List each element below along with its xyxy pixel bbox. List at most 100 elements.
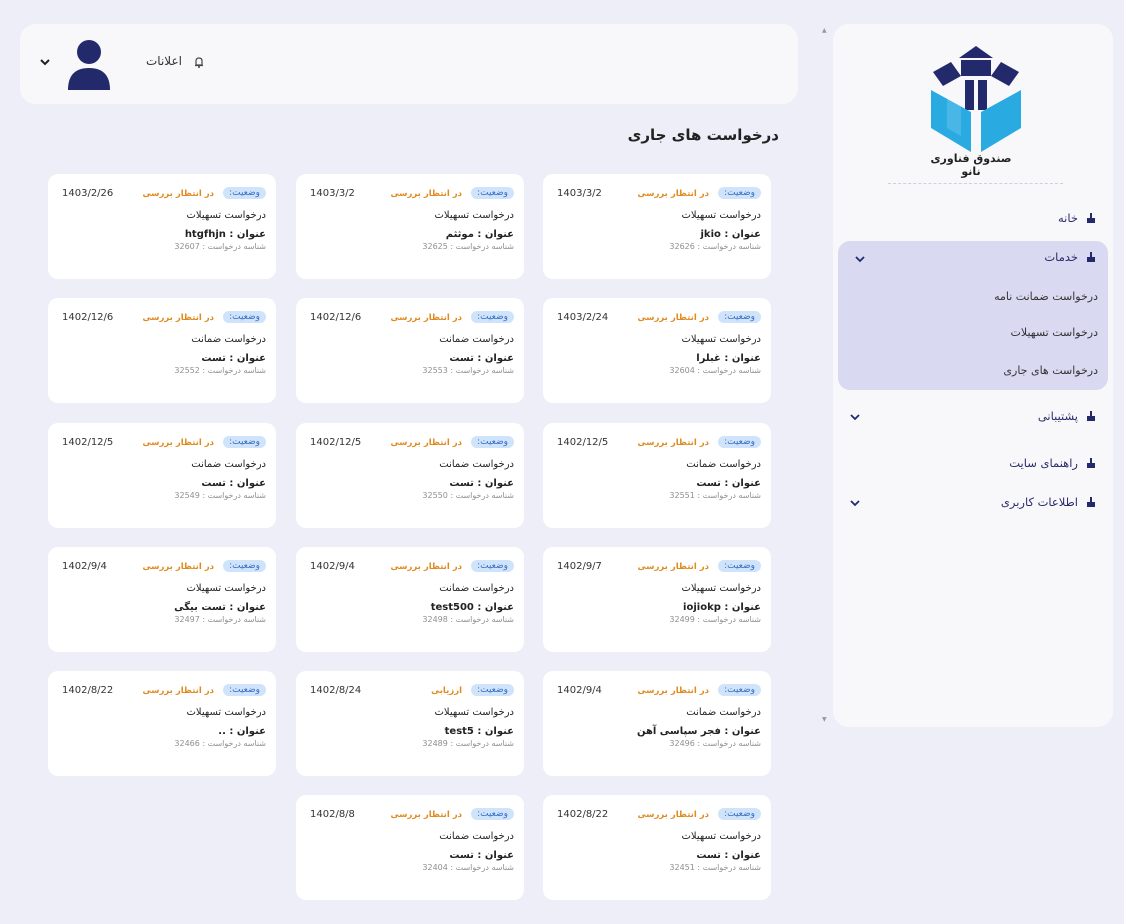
status-label-pill: وضعیت: [718,436,761,448]
request-id: شناسه درخواست : 32466 [174,739,266,748]
request-date: 1402/9/4 [62,561,107,572]
sidebar-subitem-facility-request[interactable]: درخواست تسهیلات [1011,326,1098,339]
request-card[interactable]: وضعیت: در انتظار بررسی 1402/8/22 درخواست تس… [48,671,276,776]
request-id: شناسه درخواست : 32604 [669,366,761,375]
status-label-pill: وضعیت: [718,311,761,323]
request-id: شناسه درخواست : 32552 [174,366,266,375]
request-title: عنوان : تست [449,353,514,364]
status-label-pill: وضعیت: [718,808,761,820]
request-date: 1402/12/6 [310,312,362,323]
request-card[interactable]: وضعیت: ارزیابی 1402/8/24 درخواست تسهیلات عنو… [296,671,524,776]
scroll-down-arrow-icon[interactable]: ▼ [822,716,827,723]
hand-pointer-icon [1087,458,1095,468]
request-card[interactable]: وضعیت: در انتظار بررسی 1402/8/8 درخواست ضما… [296,795,524,900]
request-date: 1402/8/24 [310,685,362,696]
request-date: 1402/8/8 [310,809,355,820]
request-type: درخواست تسهیلات [434,210,515,221]
request-date: 1403/3/2 [310,188,355,199]
status-value: در انتظار بررسی [637,313,709,323]
request-type: درخواست ضمانت [191,459,266,470]
request-type: درخواست ضمانت [439,831,514,842]
sidebar-item-home[interactable]: خانه [1058,211,1098,225]
sidebar-item-label: خانه [1058,211,1078,225]
request-id: شناسه درخواست : 32404 [422,863,514,872]
request-card[interactable]: وضعیت: در انتظار بررسی 1402/9/4 درخواست ضما… [543,671,771,776]
sidebar-scrollbar[interactable] [818,24,828,727]
request-card[interactable]: وضعیت: در انتظار بررسی 1402/12/6 درخواست ضم… [296,298,524,403]
request-type: درخواست تسهیلات [186,583,267,594]
request-title: عنوان : تست بیگی [174,602,266,613]
status-label-pill: وضعیت: [223,560,266,572]
request-card[interactable]: وضعیت: در انتظار بررسی 1402/9/7 درخواست تسه… [543,547,771,652]
status-label-pill: وضعیت: [718,187,761,199]
request-card[interactable]: وضعیت: در انتظار بررسی 1402/12/5 درخواست ضم… [296,423,524,528]
request-id: شناسه درخواست : 32553 [422,366,514,375]
request-card[interactable]: وضعیت: در انتظار بررسی 1402/8/22 درخواست تس… [543,795,771,900]
sidebar-subitem-guarantee-request[interactable]: درخواست ضمانت نامه [994,290,1098,303]
request-date: 1402/12/5 [62,437,114,448]
request-title: عنوان : تست [201,478,266,489]
status-label-pill: وضعیت: [471,684,514,696]
status-value: در انتظار بررسی [637,189,709,199]
request-id: شناسه درخواست : 32496 [669,739,761,748]
status-value: در انتظار بررسی [390,562,462,572]
request-card[interactable]: وضعیت: در انتظار بررسی 1402/12/6 درخواست ضم… [48,298,276,403]
sidebar-item-user-info[interactable]: اطلاعات کاربری [1001,495,1098,509]
chevron-down-icon[interactable] [849,411,861,423]
request-title: عنوان : test500 [430,602,514,613]
status-value: در انتظار بررسی [637,438,709,448]
request-id: شناسه درخواست : 32626 [669,242,761,251]
request-id: شناسه درخواست : 32498 [422,615,514,624]
status-value: در انتظار بررسی [142,313,214,323]
request-card[interactable]: وضعیت: در انتظار بررسی 1403/2/26 درخواست تس… [48,174,276,279]
sidebar-item-label: اطلاعات کاربری [1000,495,1078,509]
status-label-pill: وضعیت: [718,560,761,572]
chevron-down-icon[interactable] [849,497,861,509]
sidebar-item-services[interactable]: خدمات [1044,250,1098,264]
request-card[interactable]: وضعیت: در انتظار بررسی 1403/3/2 درخواست تسه… [296,174,524,279]
status-value: در انتظار بررسی [390,810,462,820]
request-date: 1402/9/7 [557,561,602,572]
request-date: 1402/12/6 [62,312,114,323]
sidebar-item-support[interactable]: پشتیبانی [1038,409,1098,423]
request-date: 1402/12/5 [310,437,362,448]
request-title: عنوان : تست [696,850,761,861]
status-label-pill: وضعیت: [223,311,266,323]
user-avatar-icon[interactable] [66,38,112,90]
request-title: عنوان : iojiokp [683,602,761,613]
status-label-pill: وضعیت: [223,436,266,448]
status-label-pill: وضعیت: [718,684,761,696]
top-header-bar [20,24,798,104]
status-value: در انتظار بررسی [142,686,214,696]
request-type: درخواست ضمانت [439,334,514,345]
request-type: درخواست تسهیلات [681,334,762,345]
status-label-pill: وضعیت: [471,436,514,448]
request-card[interactable]: وضعیت: در انتظار بررسی 1402/12/5 درخواست ضم… [543,423,771,528]
request-id: شناسه درخواست : 32497 [174,615,266,624]
page-title: درخواست های جاری [627,126,779,144]
logo-text: صندوق فناوری نانو [930,152,1012,178]
request-card[interactable]: وضعیت: در انتظار بررسی 1403/2/24 درخواست تس… [543,298,771,403]
status-label-pill: وضعیت: [223,187,266,199]
sidebar-item-site-guide[interactable]: راهنمای سایت [1009,456,1098,470]
sidebar-item-label: پشتیبانی [1037,409,1078,423]
bell-icon[interactable] [192,55,206,69]
sidebar-item-label: خدمات [1044,250,1078,264]
notifications-label[interactable]: اعلانات [146,54,182,68]
request-card[interactable]: وضعیت: در انتظار بررسی 1402/12/5 درخواست ضم… [48,423,276,528]
request-card[interactable]: وضعیت: در انتظار بررسی 1403/3/2 درخواست تسه… [543,174,771,279]
sidebar-subitem-current-requests[interactable]: درخواست های جاری [1003,364,1098,377]
request-id: شناسه درخواست : 32451 [669,863,761,872]
chevron-down-icon[interactable] [854,253,866,265]
status-label-pill: وضعیت: [471,808,514,820]
request-card[interactable]: وضعیت: در انتظار بررسی 1402/9/4 درخواست تسه… [48,547,276,652]
sidebar-divider [888,183,1063,184]
scroll-up-arrow-icon[interactable]: ▲ [822,27,827,34]
request-date: 1402/9/4 [557,685,602,696]
request-title: عنوان : تست [696,478,761,489]
chevron-down-icon[interactable] [38,55,52,69]
request-card[interactable]: وضعیت: در انتظار بررسی 1402/9/4 درخواست ضما… [296,547,524,652]
request-type: درخواست ضمانت [439,583,514,594]
request-type: درخواست تسهیلات [186,707,267,718]
request-date: 1403/2/24 [557,312,609,323]
